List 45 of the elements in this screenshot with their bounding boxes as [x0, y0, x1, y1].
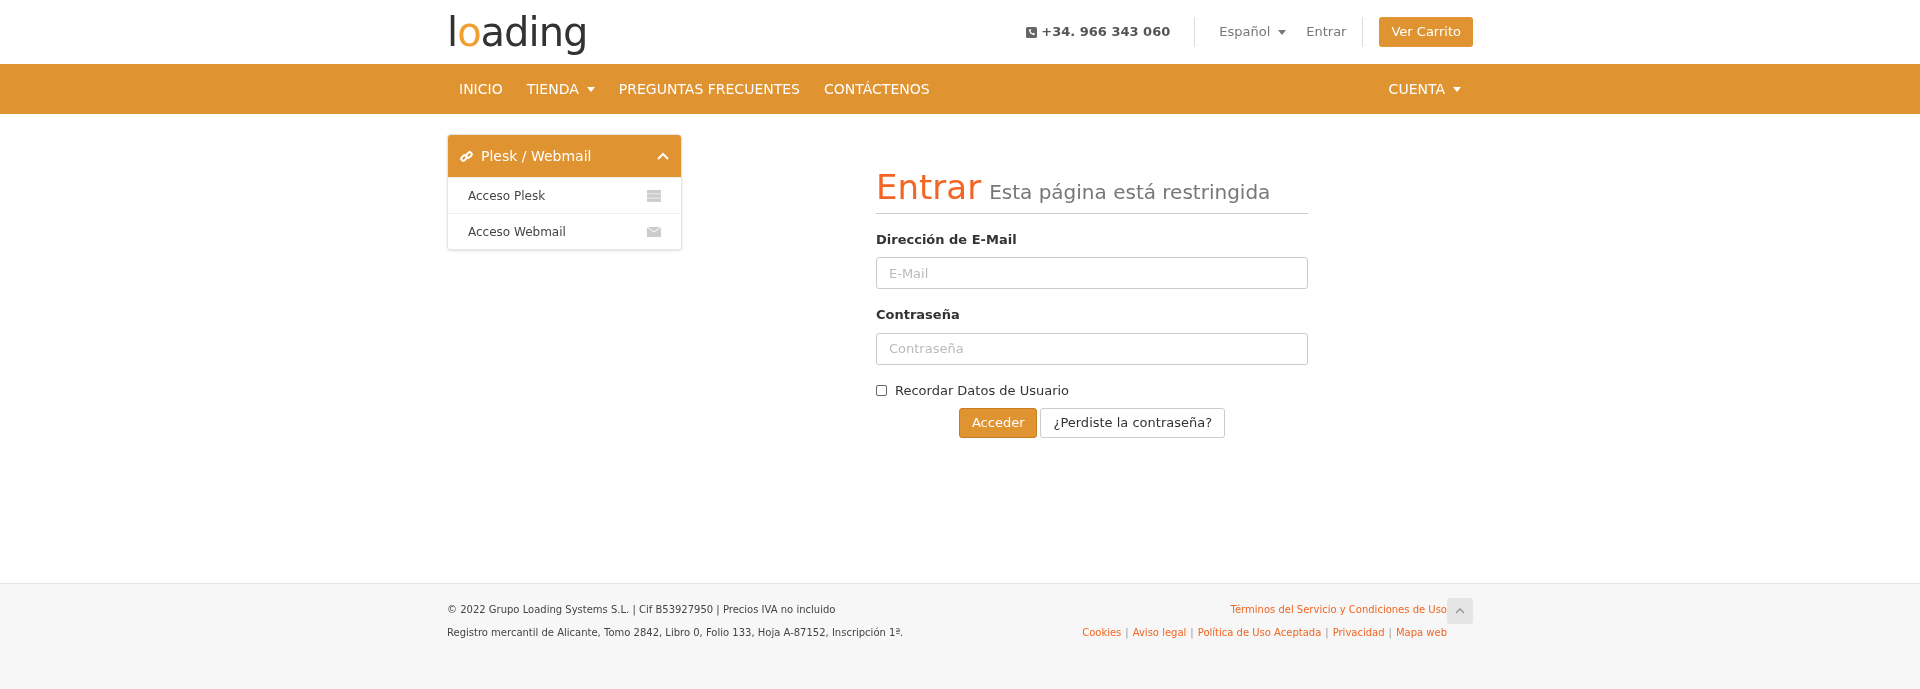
nav-link[interactable]: PREGUNTAS FRECUENTES	[606, 78, 812, 100]
phone-number: +34. 966 343 060	[1041, 23, 1171, 42]
separator: |	[1325, 626, 1329, 640]
separator: |	[1388, 626, 1392, 640]
panel-header[interactable]: Plesk / Webmail	[448, 135, 681, 177]
footer-text: © 2022 Grupo Loading Systems S.L. | Cif B53927950 | Precios IVA no incluido	[447, 603, 837, 617]
separator: |	[1190, 626, 1194, 640]
page-subtitle: Esta página está restringida	[989, 179, 1271, 206]
email-input[interactable]: E-Mail	[876, 257, 1308, 289]
caret-icon	[586, 86, 595, 92]
sidebar-item[interactable]: Acceso Webmail	[448, 213, 681, 249]
cart-button[interactable]: Ver Carrito	[1379, 17, 1473, 47]
caret-icon	[1453, 86, 1461, 92]
caret-icon	[1278, 29, 1287, 35]
phone-icon	[1026, 26, 1038, 38]
account-menu[interactable]: CUENTA	[1376, 78, 1473, 100]
password-input[interactable]: Contraseña	[876, 332, 1308, 365]
nav-link[interactable]: TIENDA	[514, 78, 607, 100]
language-dropdown[interactable]: Español	[1219, 22, 1287, 42]
page-title: Entrar	[876, 166, 982, 209]
login-link[interactable]: Entrar	[1306, 22, 1347, 42]
nav-link[interactable]: INICIO	[447, 78, 515, 100]
panel-title: Plesk / Webmail	[481, 146, 592, 166]
sidebar-item[interactable]: Acceso Plesk	[448, 177, 681, 213]
separator: |	[1125, 626, 1129, 640]
footer-link[interactable]: Privacidad	[1332, 625, 1385, 640]
nav-link[interactable]: CONTÁCTENOS	[812, 78, 942, 100]
field-label: Dirección de E-Mail	[876, 230, 1018, 249]
back-to-top-button[interactable]	[1447, 598, 1473, 624]
link-icon	[460, 149, 473, 163]
footer-link[interactable]: Mapa web	[1395, 625, 1447, 640]
remember-checkbox[interactable]	[876, 384, 887, 396]
chevron-up-icon[interactable]	[657, 152, 669, 160]
field-label: Contraseña	[876, 306, 961, 324]
footer-link[interactable]: Política de Uso Aceptada	[1197, 625, 1322, 640]
footer-text: Registro mercantil de Alicante, Tomo 2842, Libro 0, Folio 133, Hoja A-87152, Inscripción 1ª.	[447, 626, 904, 640]
submit-button[interactable]: Acceder	[958, 408, 1038, 438]
footer-link[interactable]: Aviso legal	[1132, 625, 1187, 640]
server-icon	[647, 189, 661, 202]
chevron-up-icon	[1455, 608, 1465, 614]
footer-link[interactable]: Términos del Servicio y Condiciones de Uso	[1230, 602, 1447, 617]
checkbox-label: Recordar Datos de Usuario	[895, 381, 1070, 400]
forgot-password-button[interactable]: ¿Perdiste la contraseña?	[1040, 408, 1226, 438]
footer-link[interactable]: Cookies	[1082, 625, 1122, 640]
envelope-icon	[647, 226, 661, 237]
